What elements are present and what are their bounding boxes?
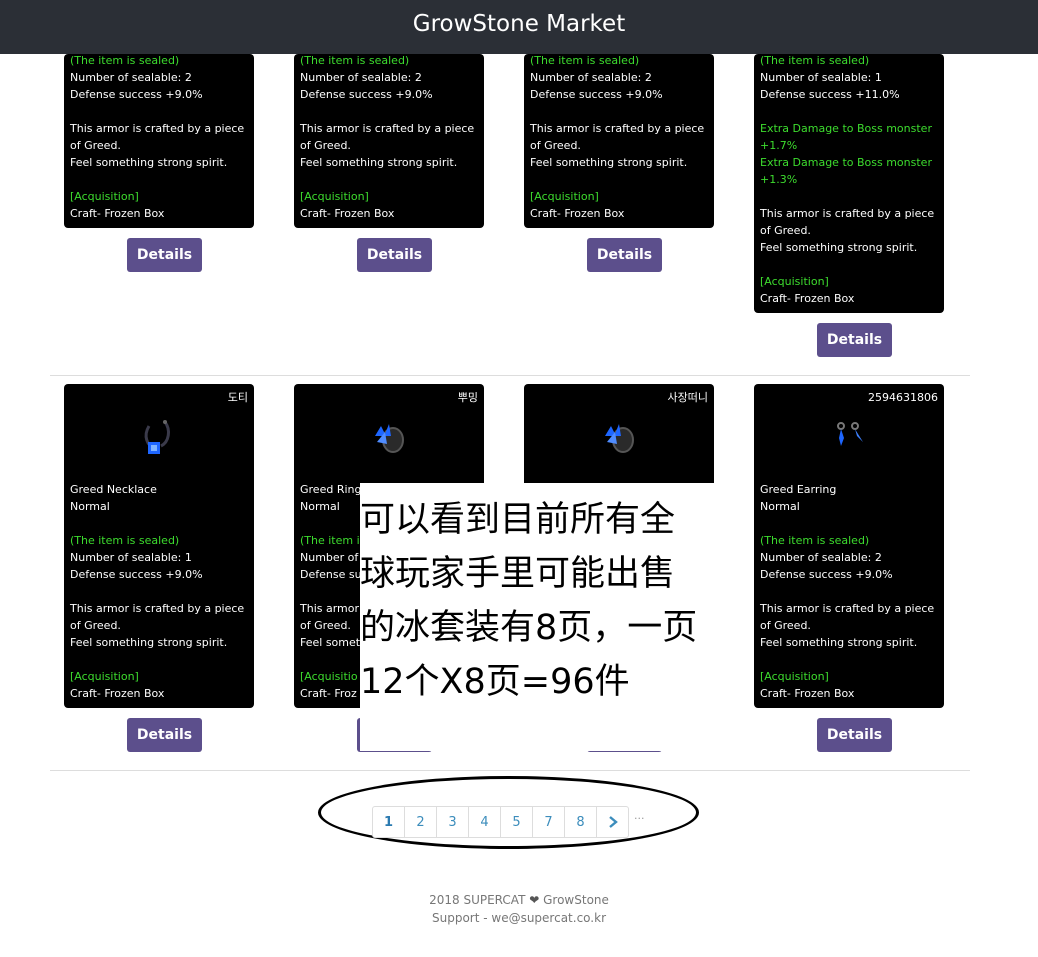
ring-icon <box>605 424 634 453</box>
item-card: (The item is sealed) Number of sealable:… <box>754 54 944 313</box>
next-page-button[interactable] <box>596 806 629 838</box>
earring-icon <box>837 422 863 446</box>
seller-name: 도티 <box>227 391 248 404</box>
details-button[interactable]: Details <box>127 718 202 752</box>
pagination: 1 2 3 4 5 7 8 <box>372 806 629 838</box>
chevron-right-icon <box>608 816 618 828</box>
annotation-note: 可以看到目前所有全 球玩家手里可能出售 的冰套装有8页，一页 12个X8页=96… <box>360 483 720 751</box>
row-divider <box>50 770 970 771</box>
details-button[interactable]: Details <box>357 238 432 272</box>
seller-name: 뿌밍 <box>457 391 478 404</box>
item-name: Greed Earring <box>760 483 837 496</box>
item-description: (The item is sealed) Number of sealable:… <box>760 54 935 305</box>
item-card: 2594631806 Greed Earring Normal (The ite… <box>754 384 944 708</box>
item-grade: Normal <box>70 500 110 513</box>
item-description: (The item is sealed) Number of sealable:… <box>530 54 705 220</box>
page-5-link[interactable]: 5 <box>500 806 533 838</box>
page-7-link[interactable]: 7 <box>532 806 565 838</box>
item-description: Greed Necklace Normal (The item is seale… <box>70 481 250 702</box>
details-button[interactable]: Details <box>817 323 892 357</box>
footer-support: Support - we@supercat.co.kr <box>431 911 607 925</box>
pagination-ellipsis: ··· <box>634 812 645 825</box>
item-card: (The item is sealed) Number of sealable:… <box>524 54 714 228</box>
item-card: (The item is sealed) Number of sealable:… <box>294 54 484 228</box>
item-grade: Normal <box>760 500 800 513</box>
page-1-link[interactable]: 1 <box>372 806 405 838</box>
page-8-link[interactable]: 8 <box>564 806 597 838</box>
page-2-link[interactable]: 2 <box>404 806 437 838</box>
page-4-link[interactable]: 4 <box>468 806 501 838</box>
item-description: (The item is sealed) Number of sealable:… <box>70 54 245 220</box>
item-card: 도티 Greed Necklace Normal (The item is se… <box>64 384 254 708</box>
details-button[interactable]: Details <box>127 238 202 272</box>
details-button[interactable]: Details <box>817 718 892 752</box>
heart-icon: ❤ <box>529 893 540 907</box>
page-3-link[interactable]: 3 <box>436 806 469 838</box>
ring-icon <box>375 424 404 453</box>
seller-name: 2594631806 <box>868 391 938 404</box>
seller-name: 사장떠니 <box>667 391 708 404</box>
item-card: (The item is sealed) Number of sealable:… <box>64 54 254 228</box>
item-description: Greed Earring Normal (The item is sealed… <box>760 481 940 702</box>
item-description: (The item is sealed) Number of sealable:… <box>300 54 475 220</box>
necklace-icon <box>144 420 170 454</box>
item-name: Greed Necklace <box>70 483 157 496</box>
site-title[interactable]: GrowStone Market <box>0 11 1038 37</box>
details-button[interactable]: Details <box>587 238 662 272</box>
top-navbar: GrowStone Market <box>0 0 1038 54</box>
row-divider <box>50 375 970 376</box>
footer-copyright: 2018 SUPERCAT ❤ GrowStone <box>429 893 609 907</box>
